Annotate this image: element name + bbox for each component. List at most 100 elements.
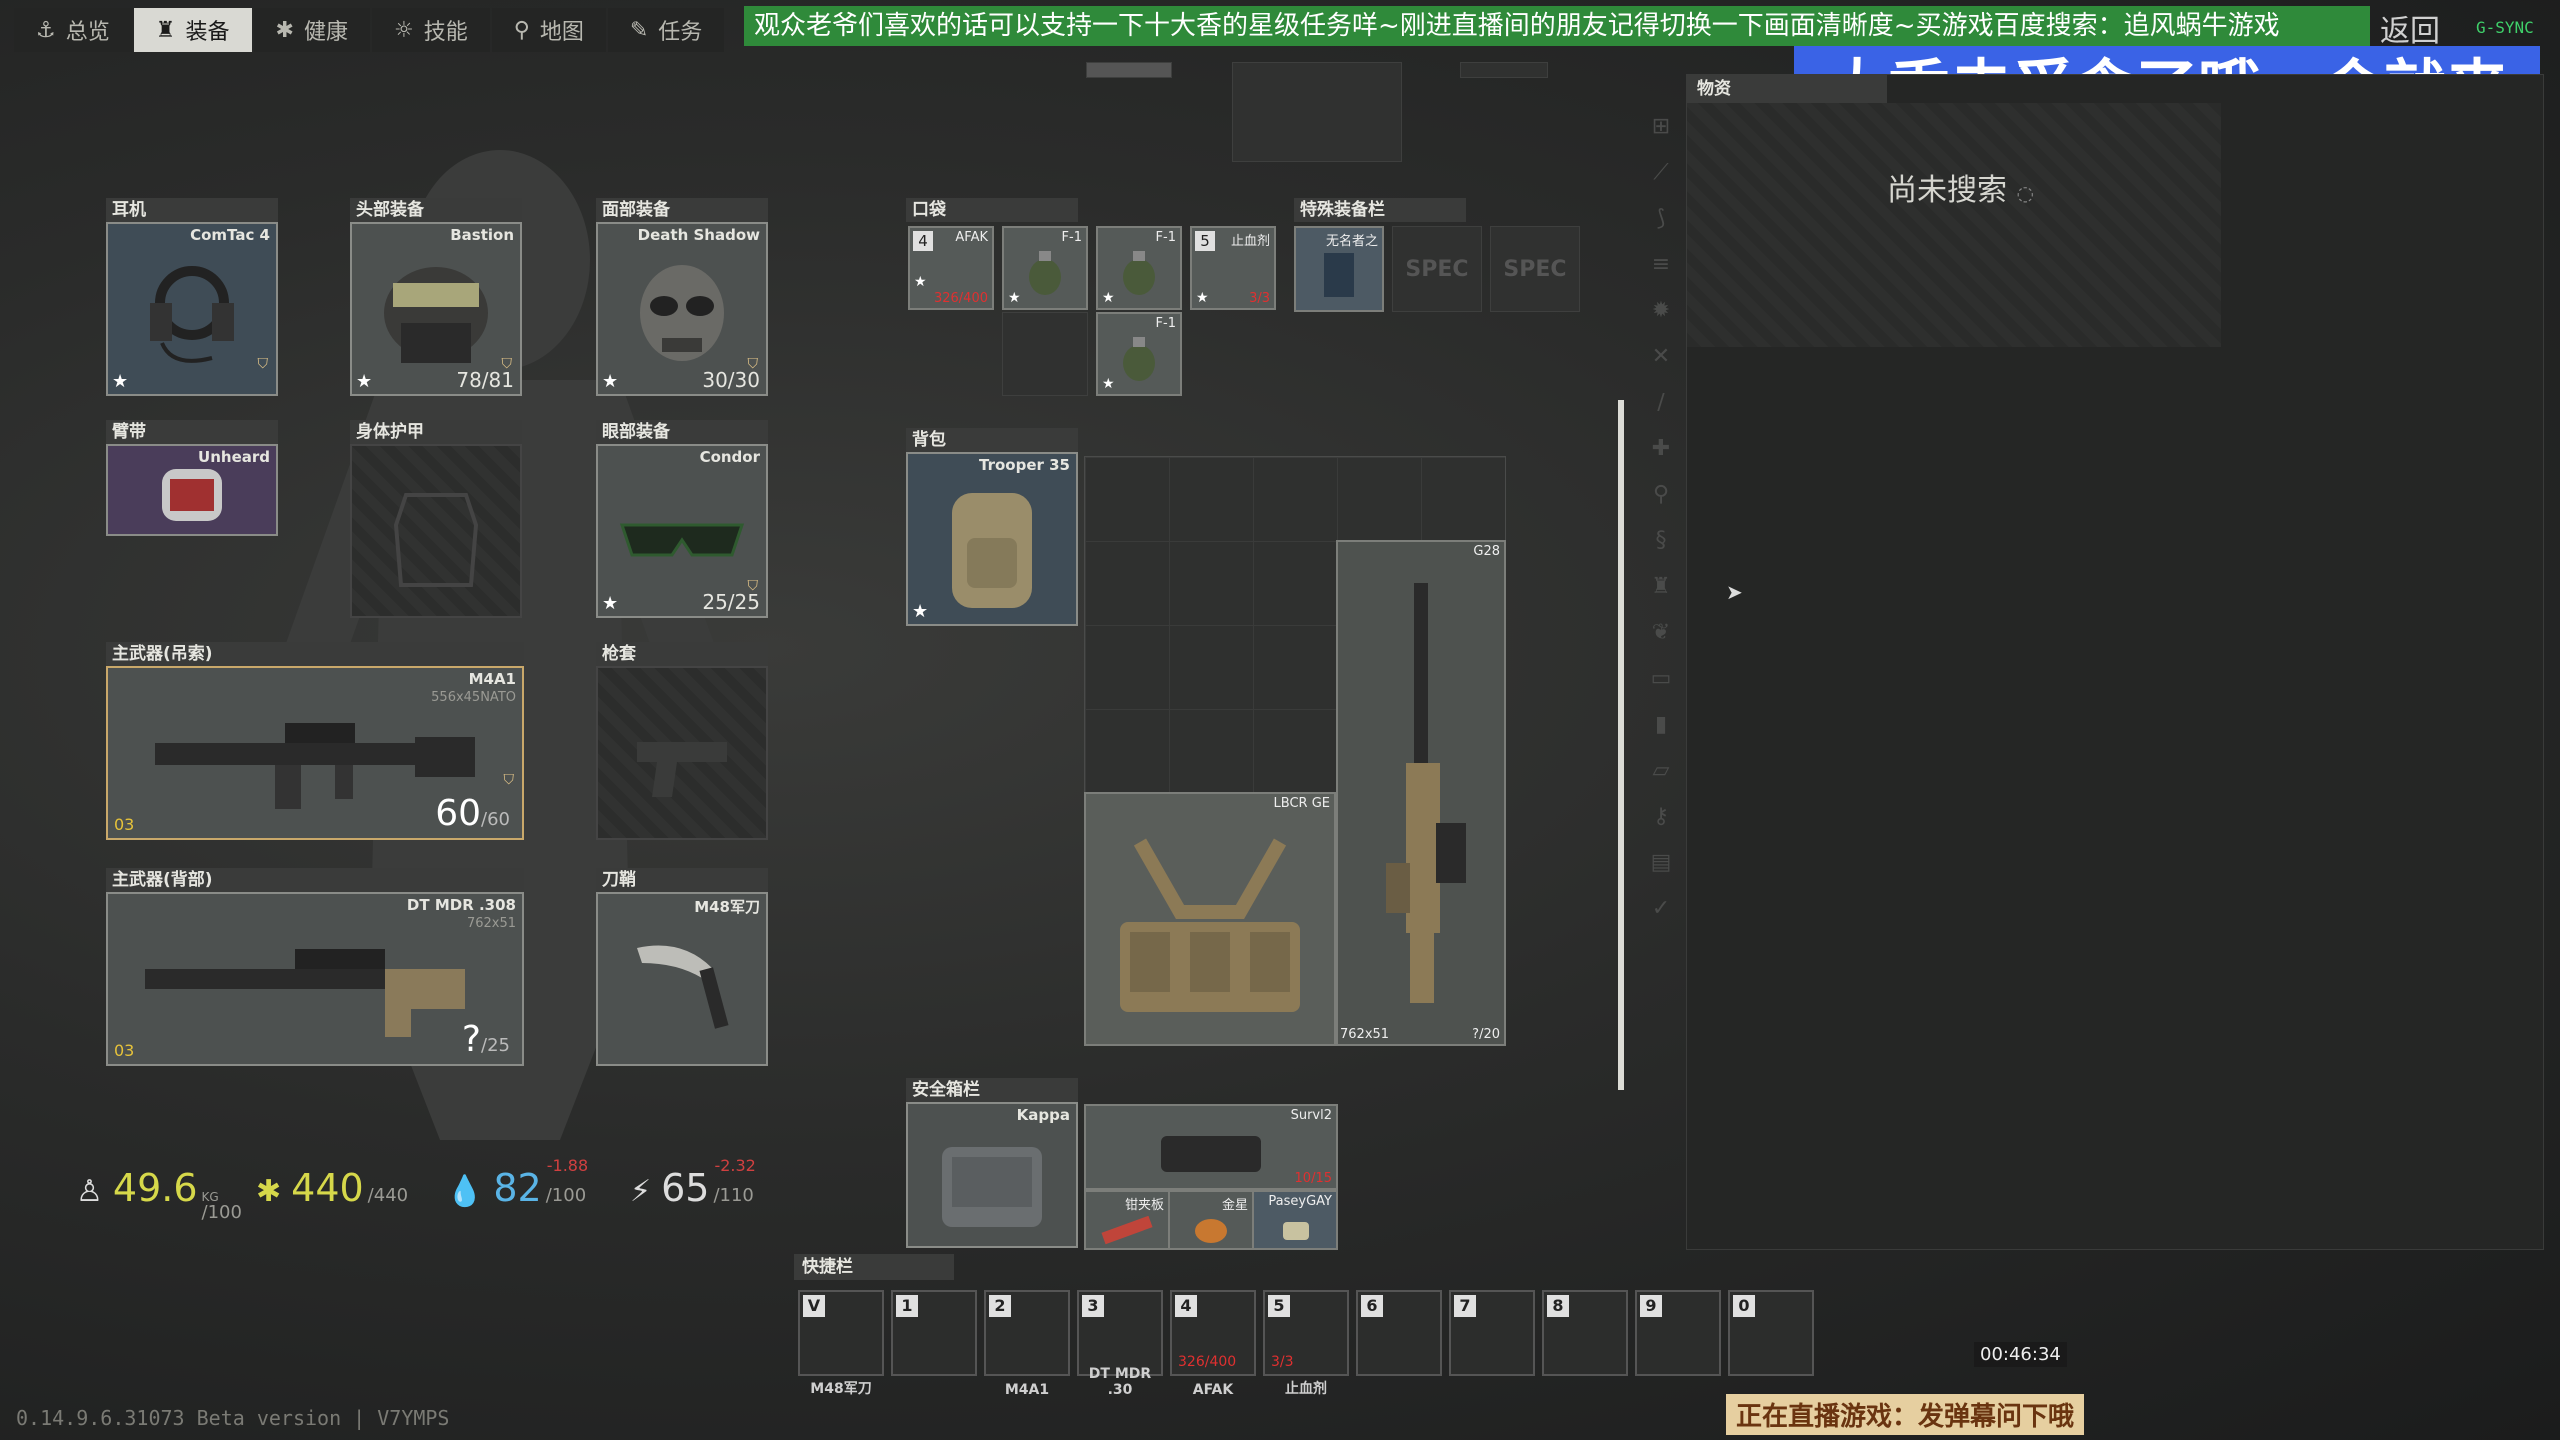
ammo-count: 60/60 — [435, 793, 510, 834]
pocket-empty[interactable] — [1002, 312, 1088, 396]
special-slot-item[interactable]: 无名者之 — [1294, 226, 1384, 312]
slot-box[interactable]: Kappa — [906, 1102, 1078, 1248]
secure-item-star[interactable]: 金星 — [1168, 1190, 1254, 1250]
filter-weapons-icon[interactable]: ⟋ — [1648, 160, 1674, 186]
slot-armband[interactable]: 臂带 Unheard — [106, 420, 278, 536]
grenade-icon — [1123, 251, 1155, 295]
star-icon: ★ — [914, 274, 927, 290]
secure-item-survival-kit[interactable]: Survl2 10/15 — [1084, 1104, 1338, 1190]
slot-header: 身体护甲 — [350, 420, 522, 444]
slot-box[interactable]: M48军刀 — [596, 892, 768, 1066]
armor-placeholder-icon — [393, 492, 479, 587]
tab-overview[interactable]: ⚓ 总览 — [14, 8, 132, 52]
filter-ammo-icon[interactable]: ≡ — [1648, 252, 1674, 278]
filter-keys-icon[interactable]: ⚲ — [1648, 482, 1674, 508]
slot-headwear[interactable]: 头部装备 Bastion ★ ⛉ 78/81 — [350, 198, 522, 396]
weight-value: 49.6 — [112, 1166, 198, 1210]
quickbar-slot-V[interactable]: V M48军刀 — [798, 1290, 884, 1397]
tab-health[interactable]: ✱ 健康 — [253, 8, 370, 52]
slot-box[interactable]: Bastion ★ ⛉ 78/81 — [350, 222, 522, 396]
slot-backpack[interactable]: 背包 Trooper 35 ★ — [906, 428, 1078, 626]
slot-box[interactable]: Unheard — [106, 444, 278, 536]
filter-tools-icon[interactable]: ∕ — [1648, 390, 1674, 416]
filter-keys-alt-icon[interactable]: ⚷ — [1648, 804, 1674, 830]
filter-gear-icon[interactable]: ⟆ — [1648, 206, 1674, 232]
quickbar-slot-1[interactable]: 1 — [891, 1290, 977, 1376]
tab-skills[interactable]: ☼ 技能 — [371, 8, 490, 52]
slot-holster[interactable]: 枪套 — [596, 642, 768, 840]
tactical-rig-icon — [1120, 838, 1300, 1012]
filter-containers-icon[interactable]: ▭ — [1648, 666, 1674, 692]
filter-melee-icon[interactable]: ✕ — [1648, 344, 1674, 370]
filter-grenade-icon[interactable]: ✹ — [1648, 298, 1674, 324]
special-slot-empty[interactable]: SPEC — [1490, 226, 1580, 312]
slot-secondary-weapon[interactable]: 主武器(背部) DT MDR .308 762x51 03 ?/25 — [106, 868, 524, 1066]
slot-earpiece[interactable]: 耳机 ComTac 4 ★ ⛉ — [106, 198, 278, 396]
slot-secure-container[interactable]: 安全箱栏 Kappa — [906, 1078, 1078, 1248]
quickbar-slot-7[interactable]: 7 — [1449, 1290, 1535, 1376]
pocket-item-grenade[interactable]: F-1 ★ — [1096, 312, 1182, 396]
filter-barter-icon[interactable]: ▮ — [1648, 712, 1674, 738]
pocket-item-grenade[interactable]: F-1 ★ — [1096, 226, 1182, 310]
secure-item-tag[interactable]: PaseyGAY — [1252, 1190, 1338, 1250]
weight-icon: ♙ — [76, 1174, 103, 1209]
slot-box[interactable] — [596, 666, 768, 840]
ammo-current: 60 — [435, 793, 482, 834]
slot-box[interactable] — [350, 444, 522, 618]
rifle-vertical-icon — [1386, 583, 1466, 1003]
slot-box[interactable]: Condor ★ ⛉ 25/25 — [596, 444, 768, 618]
quickbar-slot-3[interactable]: 3 DT MDR .30 — [1077, 1290, 1163, 1398]
slot-body-armor[interactable]: 身体护甲 — [350, 420, 522, 618]
quickbar-slot-8[interactable]: 8 — [1542, 1290, 1628, 1376]
item-count: 10/15 — [1294, 1171, 1332, 1186]
tab-gear[interactable]: ♜ 装备 — [133, 8, 252, 52]
pocket-item-grenade[interactable]: F-1 ★ — [1002, 226, 1088, 310]
tab-label: 技能 — [423, 20, 468, 45]
grenade-icon — [1123, 337, 1155, 381]
scrollbar[interactable] — [1618, 400, 1624, 1090]
secure-item-splint[interactable]: 钳夹板 — [1084, 1190, 1170, 1250]
slot-primary-weapon[interactable]: 主武器(吊索) M4A1 556x45NATO 03 ⛉ 60/60 — [106, 642, 524, 840]
health-max: /440 — [367, 1185, 409, 1206]
slot-box[interactable]: Death Shadow ★ ⛉ 30/30 — [596, 222, 768, 396]
slot-face-cover[interactable]: 面部装备 Death Shadow ★ ⛉ 30/30 — [596, 198, 768, 396]
quickbar-slot-0[interactable]: 0 — [1728, 1290, 1814, 1376]
pocket-item-hemostat[interactable]: 5 止血剂 ★ 3/3 — [1190, 226, 1276, 310]
filter-docs-icon[interactable]: ▤ — [1648, 850, 1674, 876]
filter-info-icon[interactable]: ▱ — [1648, 758, 1674, 784]
filter-all-icon[interactable]: ⊞ — [1648, 114, 1674, 140]
filter-quest-icon[interactable]: ✓ — [1648, 896, 1674, 922]
gear-icon: ♜ — [155, 17, 176, 43]
filter-food-icon[interactable]: ❦ — [1648, 620, 1674, 646]
special-slot-empty[interactable]: SPEC — [1392, 226, 1482, 312]
item-caliber: 762x51 — [1340, 1027, 1390, 1042]
pocket-item-afak[interactable]: 4 AFAK ★ 326/400 — [908, 226, 994, 310]
durability: 78/81 — [456, 368, 514, 392]
ammo-count: ?/25 — [462, 1019, 510, 1060]
slot-box[interactable]: M4A1 556x45NATO 03 ⛉ 60/60 — [106, 666, 524, 840]
item-count: 326/400 — [1178, 1354, 1237, 1370]
quickbar-slot-9[interactable]: 9 — [1635, 1290, 1721, 1376]
filter-mods-icon[interactable]: § — [1648, 528, 1674, 554]
back-button[interactable]: 返回 — [2380, 6, 2440, 50]
quickbar-slot-5[interactable]: 5 3/3 止血剂 — [1263, 1290, 1349, 1397]
filter-armor-icon[interactable]: ♜ — [1648, 574, 1674, 600]
filter-medical-icon[interactable]: ✚ — [1648, 436, 1674, 462]
slot-box[interactable]: Trooper 35 ★ — [906, 452, 1078, 626]
star-icon: ★ — [1102, 290, 1115, 306]
kit-bag-icon — [1161, 1136, 1261, 1173]
backpack-item-rig[interactable]: LBCR GE — [1084, 792, 1336, 1046]
loot-container[interactable]: 尚未搜索 ◌ — [1687, 103, 2221, 347]
tab-map[interactable]: ⚲ 地图 — [491, 8, 606, 52]
durability: 25/25 — [702, 590, 760, 614]
slot-eyewear[interactable]: 眼部装备 Condor ★ ⛉ 25/25 — [596, 420, 768, 618]
tab-tasks[interactable]: ✎ 任务 — [607, 8, 725, 52]
quickbar-slot-6[interactable]: 6 — [1356, 1290, 1442, 1376]
slot-box[interactable]: ComTac 4 ★ ⛉ — [106, 222, 278, 396]
slot-box[interactable]: DT MDR .308 762x51 03 ?/25 — [106, 892, 524, 1066]
backpack-item-g28[interactable]: G28 762x51 ?/20 — [1336, 540, 1506, 1046]
backpack-icon — [952, 492, 1032, 608]
slot-scabbard[interactable]: 刀鞘 M48军刀 — [596, 868, 768, 1066]
quickbar-slot-2[interactable]: 2 M4A1 — [984, 1290, 1070, 1398]
quickbar-slot-4[interactable]: 4 326/400 AFAK — [1170, 1290, 1256, 1398]
